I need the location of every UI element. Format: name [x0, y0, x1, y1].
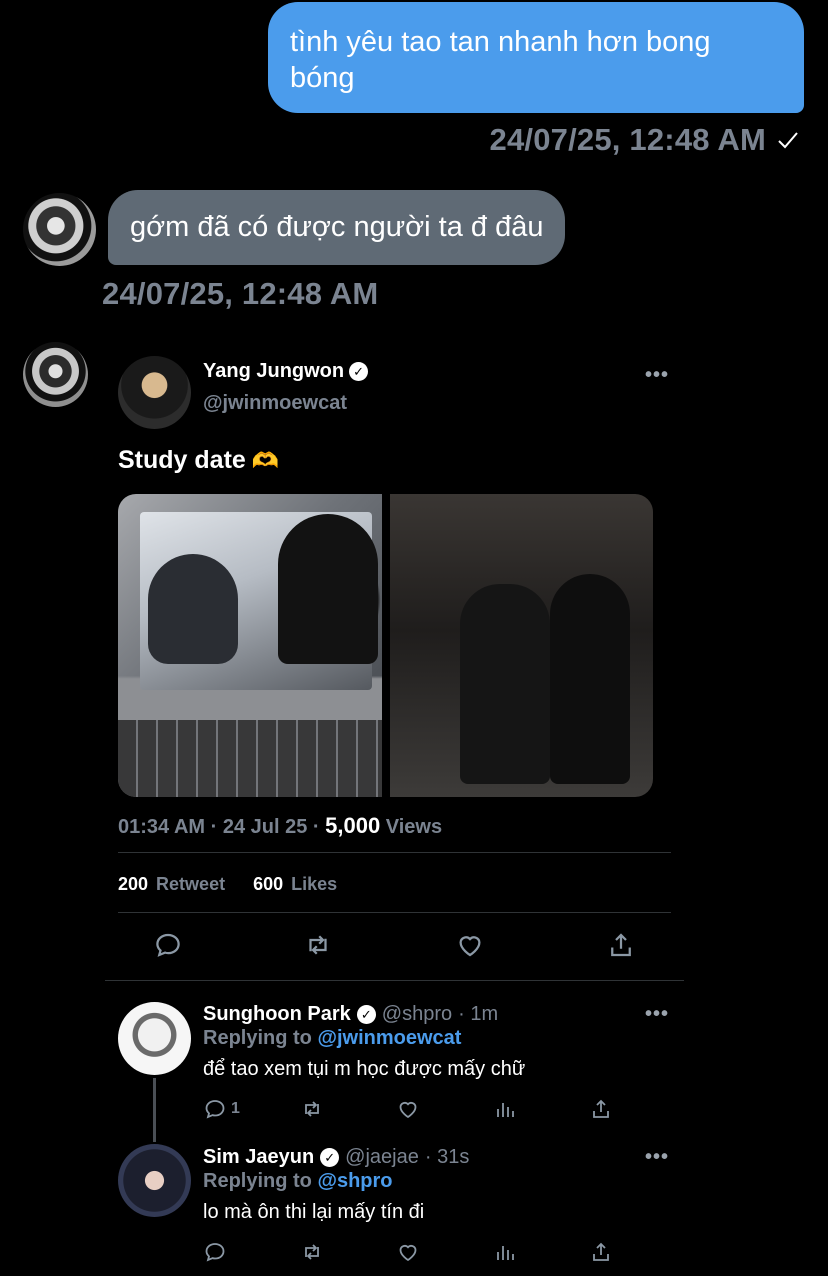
- reply-avatar-sunghoon[interactable]: [118, 1002, 191, 1075]
- tweet-views-label: Views: [380, 816, 443, 838]
- tweet-views-count: 5,000: [325, 813, 381, 838]
- divider: [105, 980, 684, 981]
- outgoing-timestamp-row: 24/07/25, 12:48 AM: [490, 122, 800, 158]
- reply-comment-button[interactable]: [203, 1240, 231, 1264]
- tweet-author-name: Yang Jungwon: [203, 360, 345, 382]
- incoming-message-text: gớm đã có được người ta đ đâu: [130, 211, 544, 243]
- tweet-stats: 200 Retweet 600 Likes: [118, 874, 337, 895]
- reply-header[interactable]: Sim Jaeyun ✓ @jaejae · 31s: [203, 1146, 469, 1169]
- retweet-icon[interactable]: [300, 1097, 324, 1121]
- tweet-time-date: 01:34 AM · 24 Jul 25 ·: [118, 816, 326, 838]
- reply-more-icon[interactable]: •••: [645, 1003, 669, 1026]
- reply-time: · 1m: [458, 1003, 499, 1025]
- likes-count[interactable]: 600: [253, 874, 283, 895]
- verified-badge-icon: ✓: [349, 362, 369, 381]
- laptop-keyboard: [118, 720, 382, 797]
- reply-author-handle: @shpro: [381, 1003, 453, 1025]
- reply-comment-button[interactable]: 1: [203, 1097, 240, 1121]
- retweet-icon[interactable]: [303, 930, 333, 960]
- retweet-count[interactable]: 200: [118, 874, 148, 895]
- reply-icon: [205, 1100, 225, 1119]
- reply-comment-count: 1: [231, 1100, 240, 1117]
- incoming-message-bubble[interactable]: gớm đã có được người ta đ đâu: [108, 190, 566, 265]
- reply-actions: 1: [203, 1097, 623, 1123]
- reply-icon: [205, 1243, 225, 1262]
- tweet-author-name-row[interactable]: Yang Jungwon ✓: [203, 360, 369, 383]
- replying-to-link[interactable]: @shpro: [317, 1170, 392, 1192]
- share-icon[interactable]: [606, 930, 636, 960]
- outgoing-timestamp: 24/07/25, 12:48 AM: [489, 122, 766, 157]
- replying-to-link[interactable]: @jwinmoewcat: [317, 1027, 461, 1049]
- tweet-meta: 01:34 AM · 24 Jul 25 · 5,000 Views: [118, 813, 442, 839]
- sender-avatar[interactable]: [23, 193, 96, 266]
- person-beanie: [278, 514, 378, 664]
- replying-to-line: Replying to @shpro: [203, 1170, 393, 1193]
- sent-check-icon: [776, 128, 800, 152]
- outgoing-message-text: tình yêu tao tan nhanh hơn bong bóng: [290, 26, 711, 94]
- verified-badge-icon: ✓: [356, 1005, 376, 1024]
- likes-label[interactable]: Likes: [291, 874, 337, 895]
- tweet-photo-1[interactable]: [118, 494, 382, 797]
- tweet-actions: [118, 930, 671, 964]
- reply-text: lo mà ôn thi lại mấy tín đi: [203, 1201, 425, 1223]
- verified-badge-icon: ✓: [320, 1148, 340, 1167]
- sender-avatar-shared[interactable]: [23, 342, 88, 407]
- retweet-icon[interactable]: [300, 1240, 324, 1264]
- replying-to-line: Replying to @jwinmoewcat: [203, 1027, 461, 1050]
- tweet-more-icon[interactable]: •••: [645, 364, 669, 387]
- reply-author-name: Sim Jaeyun: [203, 1146, 315, 1168]
- replying-to-prefix: Replying to: [203, 1170, 318, 1192]
- reply-avatar-jaeyun[interactable]: [118, 1144, 191, 1217]
- replying-to-prefix: Replying to: [203, 1027, 318, 1049]
- reply-actions: [203, 1240, 623, 1266]
- person-mirror-left: [460, 584, 550, 784]
- analytics-icon[interactable]: [493, 1097, 517, 1121]
- outgoing-message-bubble[interactable]: tình yêu tao tan nhanh hơn bong bóng: [268, 2, 804, 113]
- divider: [118, 912, 671, 913]
- like-heart-icon[interactable]: [455, 930, 485, 960]
- reply-more-icon[interactable]: •••: [645, 1146, 669, 1169]
- reply-icon[interactable]: [153, 930, 183, 960]
- share-icon[interactable]: [589, 1097, 613, 1121]
- divider: [118, 852, 671, 853]
- like-heart-icon[interactable]: [396, 1097, 420, 1121]
- tweet-author-handle[interactable]: @jwinmoewcat: [203, 392, 347, 415]
- heart-hands-emoji-icon: 🫶: [251, 447, 280, 473]
- reply-header[interactable]: Sunghoon Park ✓ @shpro · 1m: [203, 1003, 498, 1026]
- reply-time: · 31s: [424, 1146, 470, 1168]
- tweet-text: Study date: [118, 446, 246, 474]
- person-mirror-right: [550, 574, 630, 784]
- tweet-text-row: Study date 🫶: [118, 446, 279, 475]
- like-heart-icon[interactable]: [396, 1240, 420, 1264]
- incoming-timestamp: 24/07/25, 12:48 AM: [102, 276, 379, 311]
- retweet-label[interactable]: Retweet: [156, 874, 225, 895]
- reply-author-name: Sunghoon Park: [203, 1003, 351, 1025]
- tweet-author-avatar[interactable]: [118, 356, 191, 429]
- person-hoodie: [148, 554, 238, 664]
- reply-author-handle: @jaejae: [345, 1146, 419, 1168]
- tweet-photo-2[interactable]: [390, 494, 653, 797]
- thread-connector-line: [153, 1078, 156, 1142]
- share-icon[interactable]: [589, 1240, 613, 1264]
- analytics-icon[interactable]: [493, 1240, 517, 1264]
- reply-text: để tao xem tụi m học được mấy chữ: [203, 1058, 526, 1080]
